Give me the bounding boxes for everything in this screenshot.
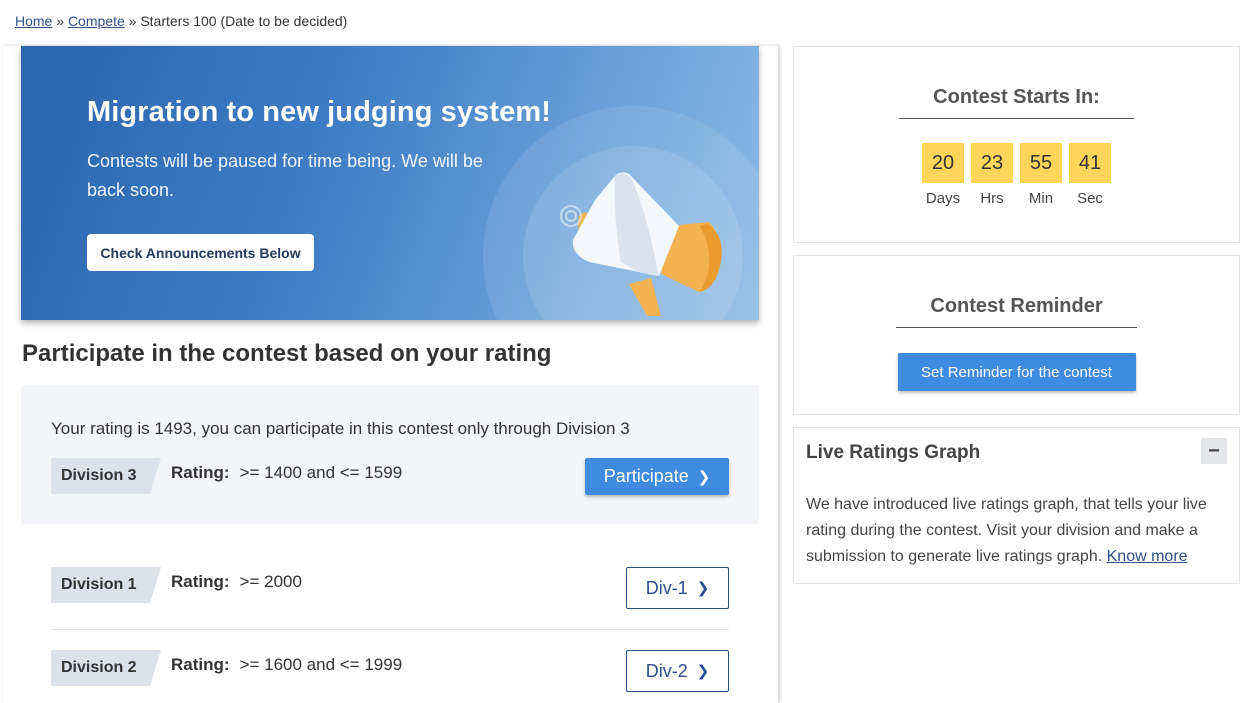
participate-button[interactable]: Participate ❯ — [585, 458, 729, 495]
live-ratings-card: Live Ratings Graph − We have introduced … — [793, 427, 1240, 584]
reminder-title: Contest Reminder — [930, 295, 1103, 317]
rating-prefix: Rating: — [171, 655, 230, 674]
main-content: Migration to new judging system! Contest… — [3, 46, 778, 703]
countdown-title: Contest Starts In: — [933, 86, 1100, 108]
div-1-button[interactable]: Div-1 ❯ — [626, 567, 729, 609]
countdown-label: Sec — [1077, 190, 1103, 207]
reminder-card: Contest Reminder Set Reminder for the co… — [793, 255, 1240, 415]
countdown-minutes: 55 Min — [1020, 143, 1062, 207]
division-tag: Division 2 — [51, 650, 161, 686]
announcement-banner: Migration to new judging system! Contest… — [21, 46, 759, 320]
rating-range: >= 2000 — [239, 572, 302, 591]
division-tag: Division 3 — [51, 458, 161, 494]
countdown-label: Days — [925, 190, 961, 207]
check-announcements-button[interactable]: Check Announcements Below — [87, 234, 314, 271]
breadcrumb: Home » Compete » Starters 100 (Date to b… — [15, 13, 347, 29]
rating-range: >= 1600 and <= 1999 — [239, 655, 403, 674]
div-2-button-label: Div-2 — [645, 660, 688, 681]
countdown-hours: 23 Hrs — [971, 143, 1013, 207]
division-row-2: Division 2 Rating: >= 1600 and <= 1999 Di… — [51, 650, 729, 692]
participate-button-label: Participate — [603, 466, 689, 486]
countdown-value: 23 — [971, 143, 1013, 183]
banner-title: Migration to new judging system! — [87, 96, 551, 128]
chevron-right-icon: ❯ — [697, 468, 711, 486]
chevron-right-icon: ❯ — [696, 663, 710, 680]
section-title: Participate in the contest based on your… — [22, 340, 552, 367]
division-row-3: Division 3 Rating: >= 1400 and <= 1599 Pa… — [51, 458, 729, 500]
breadcrumb-separator: » — [128, 13, 137, 29]
live-ratings-title: Live Ratings Graph — [806, 442, 981, 463]
divider — [51, 629, 729, 630]
countdown-label: Min — [1028, 190, 1054, 207]
div-2-button[interactable]: Div-2 ❯ — [626, 650, 729, 692]
live-ratings-description: We have introduced live ratings graph, t… — [806, 492, 1226, 570]
countdown-value: 20 — [922, 143, 964, 183]
breadcrumb-home-link[interactable]: Home — [15, 13, 52, 29]
megaphone-icon — [560, 172, 722, 316]
countdown-label: Hrs — [980, 190, 1004, 207]
division-tag: Division 1 — [51, 567, 161, 603]
rating-prefix: Rating: — [171, 572, 230, 591]
banner-text: Contests will be paused for time being. … — [87, 151, 483, 200]
current-division-panel: Your rating is 1493, you can participate… — [21, 385, 759, 524]
countdown-seconds: 41 Sec — [1069, 143, 1111, 207]
division-row-1: Division 1 Rating: >= 2000 Div-1 ❯ — [51, 567, 729, 609]
rating-prefix: Rating: — [171, 463, 230, 482]
breadcrumb-compete-link[interactable]: Compete — [68, 13, 125, 29]
countdown-days: 20 Days — [922, 143, 964, 207]
title-underline — [896, 327, 1137, 328]
rating-message: Your rating is 1493, you can participate… — [51, 419, 630, 438]
collapse-button[interactable]: − — [1201, 438, 1227, 464]
breadcrumb-separator: » — [56, 13, 65, 29]
countdown-card: Contest Starts In: 20 Days 23 Hrs 55 Min… — [793, 46, 1240, 243]
division-rating: Rating: >= 1400 and <= 1599 — [171, 463, 402, 483]
know-more-link[interactable]: Know more — [1107, 548, 1188, 565]
countdown-value: 55 — [1020, 143, 1062, 183]
div-1-button-label: Div-1 — [645, 577, 688, 598]
countdown-timer: 20 Days 23 Hrs 55 Min 41 Sec — [794, 143, 1239, 207]
set-reminder-button[interactable]: Set Reminder for the contest — [897, 353, 1136, 391]
title-underline — [899, 118, 1134, 119]
division-rating: Rating: >= 1600 and <= 1999 — [171, 655, 402, 675]
chevron-right-icon: ❯ — [696, 580, 710, 597]
division-rating: Rating: >= 2000 — [171, 572, 302, 592]
countdown-value: 41 — [1069, 143, 1111, 183]
rating-range: >= 1400 and <= 1599 — [239, 463, 403, 482]
breadcrumb-current: Starters 100 (Date to be decided) — [140, 13, 348, 29]
